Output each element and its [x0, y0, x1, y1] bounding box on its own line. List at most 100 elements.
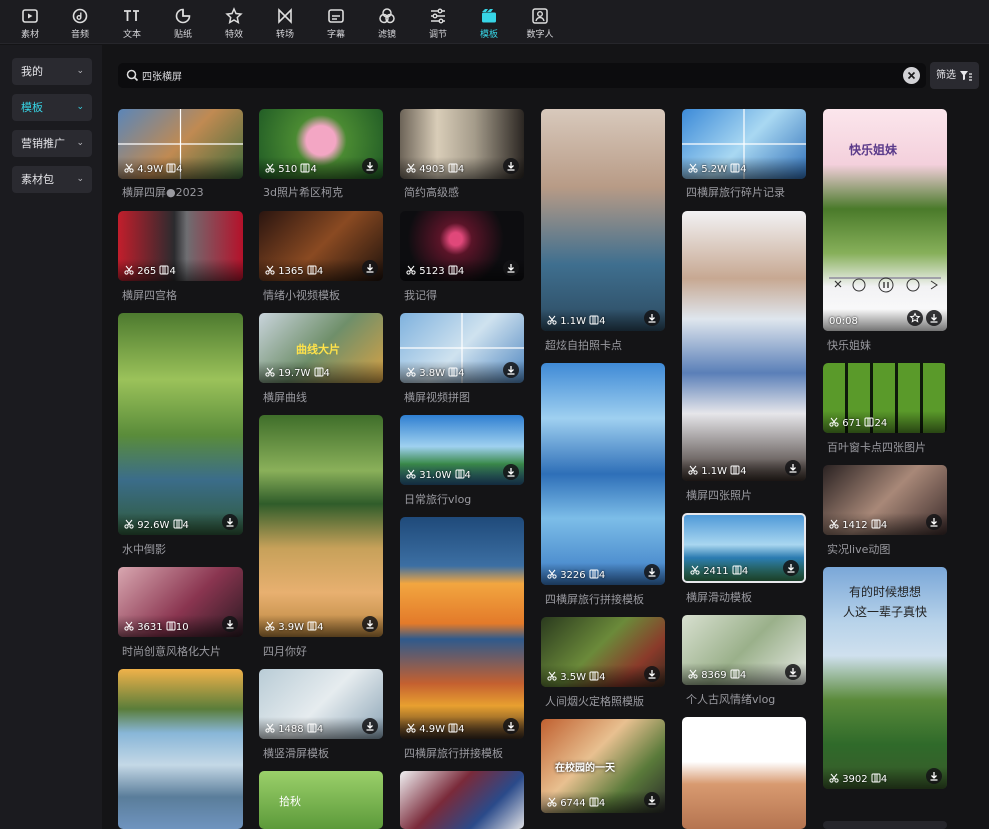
- template-card[interactable]: 5.2W 4: [682, 109, 806, 179]
- sidebar-item-material-pack[interactable]: 素材包 ⌄: [12, 166, 92, 193]
- template-card[interactable]: 3.5W 4: [541, 617, 665, 687]
- tool-audio[interactable]: 音频: [58, 4, 102, 42]
- template-card[interactable]: [682, 717, 806, 829]
- template-card[interactable]: 671 24: [823, 363, 947, 433]
- tool-transition[interactable]: 转场: [263, 4, 307, 42]
- card-title: 超炫自拍照卡点: [545, 339, 622, 352]
- download-icon[interactable]: [926, 310, 942, 326]
- tool-digital-human[interactable]: 数字人: [518, 4, 562, 42]
- card-clips: 4: [316, 266, 324, 277]
- download-icon[interactable]: [785, 664, 801, 680]
- template-card[interactable]: [118, 669, 243, 829]
- download-icon[interactable]: [926, 514, 942, 530]
- scissors-icon: [406, 163, 416, 173]
- tool-label: 数字人: [526, 30, 554, 40]
- search-input[interactable]: [142, 65, 882, 86]
- template-card[interactable]: 有的时候想想 人这一辈子真快 3902 4: [823, 567, 947, 789]
- download-icon[interactable]: [222, 514, 238, 530]
- download-icon[interactable]: [503, 260, 519, 276]
- favorite-star-icon[interactable]: [907, 310, 923, 326]
- download-icon[interactable]: [644, 666, 660, 682]
- tool-media[interactable]: 素材: [8, 4, 52, 42]
- sticker-icon: [175, 8, 191, 24]
- template-card[interactable]: [823, 821, 947, 829]
- download-icon[interactable]: [362, 260, 378, 276]
- template-card[interactable]: 1488 4: [259, 669, 383, 739]
- template-card[interactable]: 3631 10: [118, 567, 243, 637]
- card-title: 横屏滑动模板: [686, 591, 752, 604]
- tool-label: 特效: [224, 30, 243, 40]
- template-card[interactable]: 5123 4: [400, 211, 524, 281]
- tool-adjust[interactable]: 调节: [416, 4, 460, 42]
- download-icon[interactable]: [362, 158, 378, 174]
- scissors-icon: [547, 797, 557, 807]
- template-card[interactable]: 92.6W 4: [118, 313, 243, 535]
- template-card[interactable]: 1.1W 4: [682, 211, 806, 481]
- template-card[interactable]: 4.9W 4: [118, 109, 243, 179]
- download-icon[interactable]: [644, 564, 660, 580]
- template-card[interactable]: [400, 771, 524, 829]
- clip-count-icon: [589, 797, 599, 807]
- card-clips: 4: [599, 672, 606, 683]
- clear-search-button[interactable]: [903, 67, 920, 84]
- sidebar-item-templates[interactable]: 模板 ⌄: [12, 94, 92, 121]
- download-icon[interactable]: [503, 464, 519, 480]
- card-uses: 3631: [137, 622, 163, 633]
- template-card[interactable]: 3.9W 4: [259, 415, 383, 637]
- template-card[interactable]: 拾秋: [259, 771, 383, 829]
- download-icon[interactable]: [362, 616, 378, 632]
- clip-count-icon: [871, 773, 881, 783]
- scissors-icon: [690, 565, 700, 575]
- card-title: 情绪小视频模板: [263, 289, 340, 302]
- tool-filter[interactable]: 滤镜: [365, 4, 409, 42]
- app-window: { "toolbar": { "active_index": 9, "activ…: [0, 0, 989, 829]
- download-icon[interactable]: [503, 718, 519, 734]
- template-card[interactable]: 1365 4: [259, 211, 383, 281]
- template-card[interactable]: 510 4: [259, 109, 383, 179]
- media-icon: [22, 9, 38, 23]
- card-uses: 8369: [701, 670, 727, 681]
- tool-text[interactable]: 文本: [110, 4, 154, 42]
- template-card[interactable]: 4.9W 4: [400, 517, 524, 739]
- sidebar-item-mine[interactable]: 我的 ⌄: [12, 58, 92, 85]
- tool-effects[interactable]: 特效: [212, 4, 256, 42]
- download-icon[interactable]: [503, 362, 519, 378]
- template-card[interactable]: 1412 4: [823, 465, 947, 535]
- download-icon[interactable]: [644, 310, 660, 326]
- template-card[interactable]: 1.1W 4: [541, 109, 665, 331]
- tool-caption[interactable]: 字幕: [314, 4, 358, 42]
- clip-count-icon: [300, 163, 310, 173]
- tool-sticker[interactable]: 贴纸: [161, 4, 205, 42]
- download-icon[interactable]: [926, 768, 942, 784]
- playback-controls[interactable]: [831, 277, 941, 293]
- filter-button[interactable]: 筛选: [930, 62, 979, 89]
- close-icon: [907, 71, 916, 80]
- download-icon[interactable]: [222, 616, 238, 632]
- card-clips: 4: [176, 164, 183, 175]
- template-card[interactable]: 曲线大片 19.7W 4: [259, 313, 383, 383]
- template-card[interactable]: 8369 4: [682, 615, 806, 685]
- template-card[interactable]: 快乐姐妹 00:08: [823, 109, 947, 331]
- clip-count-icon: [871, 519, 881, 529]
- chevron-down-icon: ⌄: [76, 174, 84, 184]
- download-icon[interactable]: [783, 560, 799, 576]
- sidebar-item-marketing[interactable]: 营销推广 ⌄: [12, 130, 92, 157]
- download-icon[interactable]: [785, 460, 801, 476]
- scissors-icon: [265, 621, 275, 631]
- template-card[interactable]: 3.8W 4: [400, 313, 524, 383]
- card-meta: 3631 10: [124, 621, 189, 633]
- card-clips: 4: [458, 724, 465, 735]
- template-card[interactable]: 265 4: [118, 211, 243, 281]
- template-card[interactable]: 在校园的一天 6744 4: [541, 719, 665, 813]
- download-icon[interactable]: [503, 158, 519, 174]
- card-meta: 6744 4: [547, 797, 605, 809]
- tool-template[interactable]: 模板: [467, 4, 511, 42]
- card-meta: 4.9W 4: [124, 163, 183, 175]
- template-card[interactable]: 4903 4: [400, 109, 524, 179]
- card-uses: 5.2W: [701, 164, 727, 175]
- download-icon[interactable]: [362, 718, 378, 734]
- template-card[interactable]: 3226 4: [541, 363, 665, 585]
- download-icon[interactable]: [644, 792, 660, 808]
- template-card[interactable]: 2411 4: [682, 513, 806, 583]
- template-card[interactable]: 31.0W 4: [400, 415, 524, 485]
